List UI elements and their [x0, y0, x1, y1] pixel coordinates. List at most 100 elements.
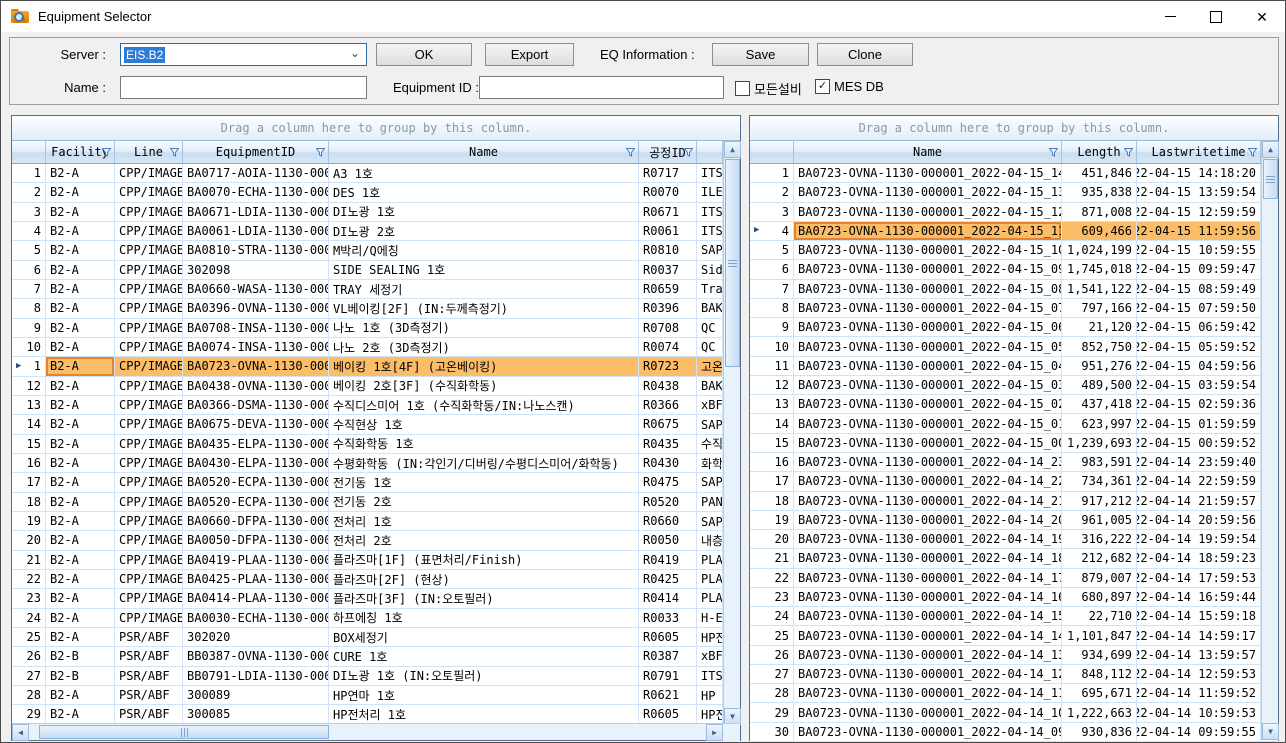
cell-process-id[interactable]: R0810: [639, 241, 697, 259]
cell-facility[interactable]: B2-A: [46, 203, 115, 221]
cell-lastwritetime[interactable]: 2022-04-15 05:59:52: [1137, 337, 1261, 355]
cell-facility[interactable]: B2-A: [46, 551, 115, 569]
cell-process-id[interactable]: R0671: [639, 203, 697, 221]
cell-lastwritetime[interactable]: 2022-04-14 15:59:18: [1137, 607, 1261, 625]
column-header-rownum[interactable]: [12, 141, 46, 164]
cell-extra[interactable]: 고온: [697, 357, 723, 375]
cell-name[interactable]: BA0723-OVNA-1130-000001_2022-04-15_14.Lo…: [794, 164, 1062, 182]
cell-name[interactable]: 플라즈마[3F] (IN:오토필러): [329, 589, 639, 607]
cell-line[interactable]: CPP/IMAGE: [115, 183, 183, 201]
cell-name[interactable]: BA0723-OVNA-1130-000001_2022-04-14_20.Lo…: [794, 511, 1062, 529]
table-row[interactable]: 10BA0723-OVNA-1130-000001_2022-04-15_05.…: [750, 337, 1278, 356]
cell-name[interactable]: 플라즈마[2F] (현상): [329, 570, 639, 588]
cell-equipment-id[interactable]: 300085: [183, 705, 329, 723]
cell-process-id[interactable]: R0050: [639, 531, 697, 549]
cell-name[interactable]: BA0723-OVNA-1130-000001_2022-04-14_09.Lo…: [794, 723, 1062, 741]
cell-length[interactable]: 489,500: [1062, 376, 1137, 394]
cell-equipment-id[interactable]: BB0387-OVNA-1130-000001: [183, 647, 329, 665]
group-by-band[interactable]: Drag a column here to group by this colu…: [750, 116, 1278, 141]
cell-length[interactable]: 852,750: [1062, 337, 1137, 355]
cell-lastwritetime[interactable]: 2022-04-14 10:59:53: [1137, 703, 1261, 721]
table-row[interactable]: 16B2-ACPP/IMAGEBA0430-ELPA-1130-000001수평…: [12, 454, 740, 473]
cell-line[interactable]: CPP/IMAGE: [115, 454, 183, 472]
cell-name[interactable]: SIDE SEALING 1호: [329, 261, 639, 279]
ok-button[interactable]: OK: [376, 43, 472, 66]
cell-line[interactable]: CPP/IMAGE: [115, 299, 183, 317]
column-header-name[interactable]: Name: [329, 141, 639, 164]
cell-extra[interactable]: PLAS: [697, 589, 723, 607]
scrollbar-thumb[interactable]: [1263, 159, 1278, 199]
mes-db-checkbox[interactable]: ✓ MES DB: [815, 79, 884, 94]
cell-name[interactable]: BA0723-OVNA-1130-000001_2022-04-15_09.Lo…: [794, 260, 1062, 278]
cell-process-id[interactable]: R0366: [639, 396, 697, 414]
cell-lastwritetime[interactable]: 2022-04-15 10:59:55: [1137, 241, 1261, 259]
table-row[interactable]: 27B2-BPSR/ABFBB0791-LDIA-1130-000001DI노광…: [12, 667, 740, 686]
cell-name[interactable]: BA0723-OVNA-1130-000001_2022-04-14_13.Lo…: [794, 646, 1062, 664]
cell-process-id[interactable]: R0396: [639, 299, 697, 317]
cell-length[interactable]: 21,120: [1062, 318, 1137, 336]
cell-process-id[interactable]: R0659: [639, 280, 697, 298]
table-row[interactable]: 20BA0723-OVNA-1130-000001_2022-04-14_19.…: [750, 530, 1278, 549]
cell-process-id[interactable]: R0475: [639, 473, 697, 491]
cell-extra[interactable]: HP 연: [697, 686, 723, 704]
cell-process-id[interactable]: R0425: [639, 570, 697, 588]
cell-name[interactable]: BA0723-OVNA-1130-000001_2022-04-15_11.Lo…: [794, 222, 1062, 240]
cell-extra[interactable]: HP전: [697, 628, 723, 646]
cell-equipment-id[interactable]: 300089: [183, 686, 329, 704]
cell-facility[interactable]: B2-A: [46, 454, 115, 472]
cell-equipment-id[interactable]: BA0660-WASA-1130-000001: [183, 280, 329, 298]
cell-name[interactable]: BOX세정기: [329, 628, 639, 646]
cell-lastwritetime[interactable]: 2022-04-15 04:59:56: [1137, 357, 1261, 375]
cell-length[interactable]: 734,361: [1062, 472, 1137, 490]
cell-name[interactable]: BA0723-OVNA-1130-000001_2022-04-15_05.Lo…: [794, 337, 1062, 355]
cell-length[interactable]: 1,745,018: [1062, 260, 1137, 278]
cell-equipment-id[interactable]: BA0671-LDIA-1130-000001: [183, 203, 329, 221]
cell-length[interactable]: 1,541,122: [1062, 280, 1137, 298]
cell-facility[interactable]: B2-A: [46, 493, 115, 511]
cell-lastwritetime[interactable]: 2022-04-15 08:59:49: [1137, 280, 1261, 298]
cell-lastwritetime[interactable]: 2022-04-14 19:59:54: [1137, 530, 1261, 548]
table-row[interactable]: 18BA0723-OVNA-1130-000001_2022-04-14_21.…: [750, 492, 1278, 511]
cell-facility[interactable]: B2-A: [46, 415, 115, 433]
table-row[interactable]: 29B2-APSR/ABF300085HP전처리 1호R0605HP전: [12, 705, 740, 724]
cell-name[interactable]: BA0723-OVNA-1130-000001_2022-04-14_11.Lo…: [794, 684, 1062, 702]
table-row[interactable]: 15BA0723-OVNA-1130-000001_2022-04-15_00.…: [750, 434, 1278, 453]
cell-equipment-id[interactable]: BA0425-PLAA-1130-000001: [183, 570, 329, 588]
equipment-grid-vertical-scrollbar[interactable]: ▲ ▼: [723, 141, 740, 725]
cell-extra[interactable]: 내층: [697, 531, 723, 549]
filter-icon[interactable]: [1248, 148, 1257, 157]
cell-lastwritetime[interactable]: 2022-04-14 11:59:52: [1137, 684, 1261, 702]
cell-name[interactable]: BA0723-OVNA-1130-000001_2022-04-15_10.Lo…: [794, 241, 1062, 259]
name-input[interactable]: [120, 76, 367, 99]
cell-equipment-id[interactable]: BA0438-OVNA-1130-000001: [183, 377, 329, 395]
cell-length[interactable]: 212,682: [1062, 549, 1137, 567]
cell-equipment-id[interactable]: BA0717-AOIA-1130-000001: [183, 164, 329, 182]
cell-process-id[interactable]: R0621: [639, 686, 697, 704]
cell-extra[interactable]: HP전: [697, 705, 723, 723]
cell-extra[interactable]: SAP: [697, 473, 723, 491]
filter-icon[interactable]: [626, 148, 635, 157]
cell-name[interactable]: DI노광 2호: [329, 222, 639, 240]
filter-icon[interactable]: [1124, 148, 1133, 157]
cell-extra[interactable]: xBF: [697, 647, 723, 665]
cell-equipment-id[interactable]: BA0030-ECHA-1130-000001: [183, 609, 329, 627]
cell-extra[interactable]: 화학: [697, 454, 723, 472]
cell-lastwritetime[interactable]: 2022-04-15 14:18:20: [1137, 164, 1261, 182]
cell-extra[interactable]: Tray: [697, 280, 723, 298]
table-row[interactable]: 1BA0723-OVNA-1130-000001_2022-04-15_14.L…: [750, 164, 1278, 183]
cell-extra[interactable]: xBF: [697, 396, 723, 414]
cell-name[interactable]: BA0723-OVNA-1130-000001_2022-04-14_14.Lo…: [794, 626, 1062, 644]
cell-name[interactable]: BA0723-OVNA-1130-000001_2022-04-14_21.Lo…: [794, 492, 1062, 510]
cell-name[interactable]: BA0723-OVNA-1130-000001_2022-04-14_17.Lo…: [794, 569, 1062, 587]
cell-line[interactable]: CPP/IMAGE: [115, 531, 183, 549]
cell-line[interactable]: PSR/ABF: [115, 647, 183, 665]
cell-lastwritetime[interactable]: 2022-04-15 09:59:47: [1137, 260, 1261, 278]
table-row[interactable]: 2BA0723-OVNA-1130-000001_2022-04-15_13.L…: [750, 183, 1278, 202]
cell-length[interactable]: 1,239,693: [1062, 434, 1137, 452]
table-row[interactable]: 21BA0723-OVNA-1130-000001_2022-04-14_18.…: [750, 549, 1278, 568]
cell-extra[interactable]: H-ET: [697, 609, 723, 627]
cell-length[interactable]: 623,997: [1062, 414, 1137, 432]
maximize-button[interactable]: [1193, 1, 1239, 32]
cell-facility[interactable]: B2-A: [46, 589, 115, 607]
cell-line[interactable]: CPP/IMAGE: [115, 222, 183, 240]
